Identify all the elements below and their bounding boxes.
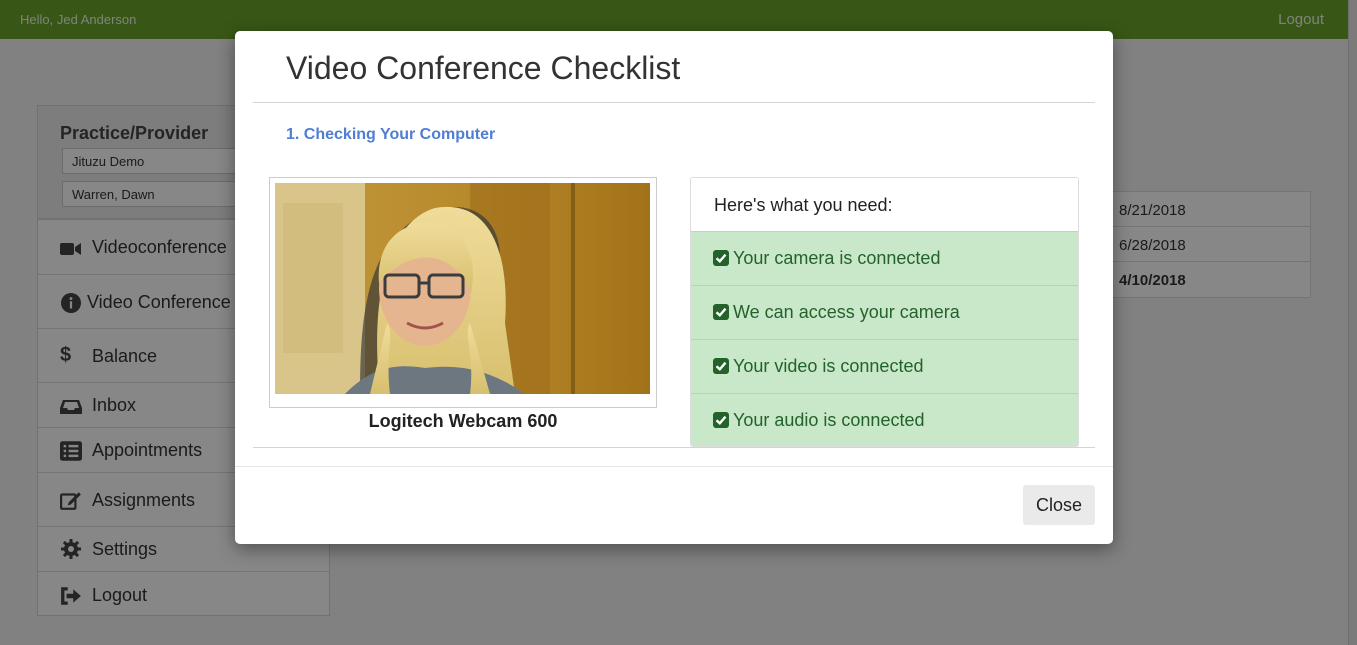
checklist-item-camera-connected: Your camera is connected: [691, 232, 1078, 286]
camera-name-label: Logitech Webcam 600: [368, 411, 558, 431]
divider: [253, 102, 1095, 103]
divider: [253, 447, 1095, 448]
checklist-item-label: We can access your camera: [733, 302, 960, 322]
checklist-item-camera-access: We can access your camera: [691, 286, 1078, 340]
modal-title: Video Conference Checklist: [286, 50, 681, 86]
requirements-header: Here's what you need:: [691, 178, 1078, 232]
close-button[interactable]: Close: [1023, 485, 1095, 525]
checklist-item-label: Your video is connected: [733, 356, 924, 376]
modal-footer-divider: [235, 466, 1113, 467]
checkbox-checked-icon: [713, 412, 729, 428]
checklist-item-label: Your audio is connected: [733, 410, 925, 430]
checkbox-checked-icon: [713, 358, 729, 374]
webcam-video-preview: [275, 183, 650, 394]
checklist-item-audio-connected: Your audio is connected: [691, 394, 1078, 446]
checklist-item-label: Your camera is connected: [733, 248, 941, 268]
step-heading: 1. Checking Your Computer: [286, 126, 496, 143]
requirements-panel: Here's what you need: Your camera is con…: [690, 177, 1079, 447]
checkbox-checked-icon: [713, 304, 729, 320]
checklist-item-video-connected: Your video is connected: [691, 340, 1078, 394]
webcam-preview-frame: [269, 177, 657, 408]
video-conference-checklist-modal: Video Conference Checklist 1. Checking Y…: [235, 31, 1113, 544]
checkbox-checked-icon: [713, 250, 729, 266]
